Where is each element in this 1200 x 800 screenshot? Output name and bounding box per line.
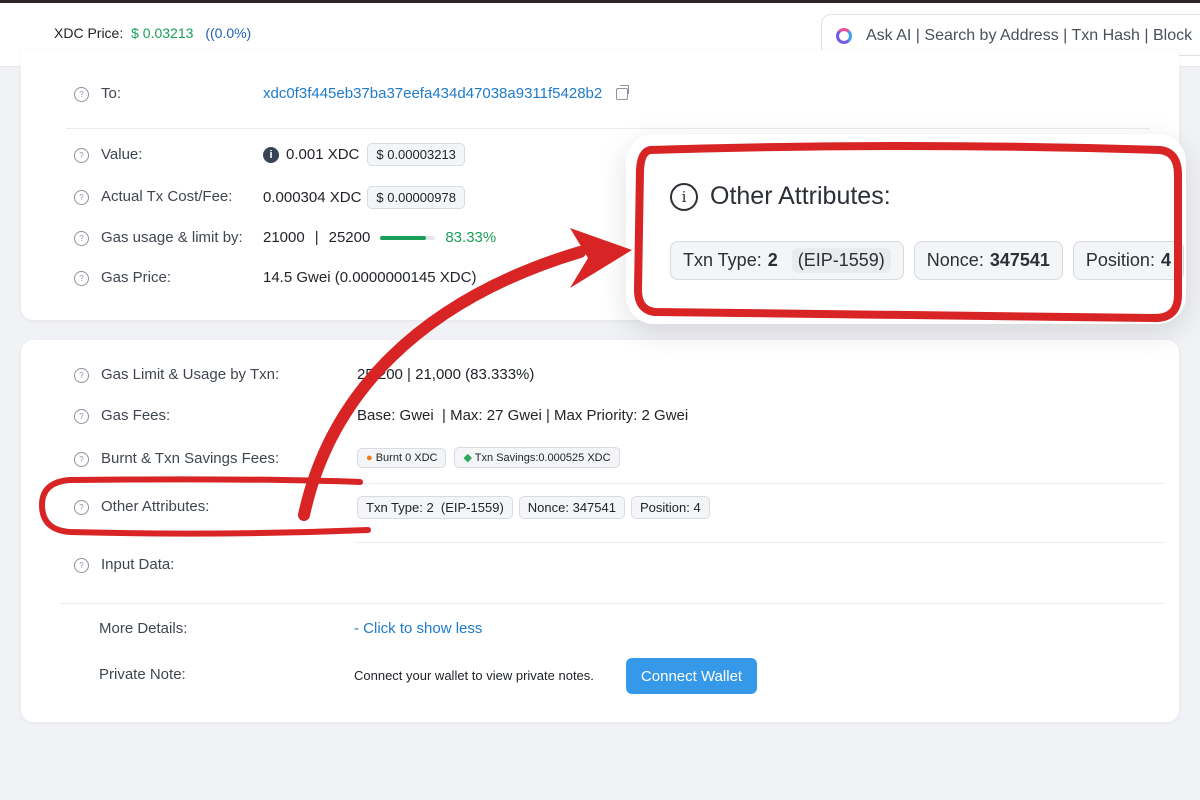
burnt-text: Burnt 0 XDC [375, 451, 438, 464]
help-circle-icon: ? [74, 87, 89, 102]
price-usd: $ 0.03213 [131, 25, 194, 41]
help-circle-icon: ? [74, 148, 89, 163]
callout-position-label: Position: [1085, 250, 1155, 270]
connect-wallet-button[interactable]: Connect Wallet [626, 658, 757, 694]
help-circle-icon: ? [74, 409, 89, 424]
to-value: xdc0f3f445eb37ba37eefa434d47038a9311f542… [263, 84, 630, 102]
divider [355, 483, 1165, 484]
more-details-label: More Details: [99, 620, 188, 637]
fee-amount: 0.000304 XDC [263, 189, 362, 206]
gas-price-label: Gas Price: [101, 269, 172, 286]
price-label: XDC Price: [54, 25, 124, 41]
divider [66, 128, 1150, 129]
callout-title-text: Other Attributes: [710, 182, 891, 210]
callout-txn-type-sub: (EIP-1559) [791, 248, 891, 273]
input-data-label: Input Data: [101, 556, 175, 573]
gas-limit-value: 25,200 | 21,000 (83.333%) [357, 366, 535, 383]
value-amount: 0.001 XDC [286, 146, 360, 163]
gas-price-value: 14.5 Gwei (0.0000000145 XDC) [263, 269, 477, 286]
gas-limit-label: Gas Limit & Usage by Txn: [101, 366, 280, 383]
gas-limit: 25200 [328, 229, 371, 246]
other-attributes-value: Txn Type: 2 (EIP-1559) Nonce: 347541 Pos… [357, 496, 710, 519]
help-circle-icon: ? [74, 271, 89, 286]
copy-icon[interactable] [616, 84, 630, 100]
value-label: Value: [101, 146, 143, 163]
show-less-link[interactable]: - Click to show less [354, 620, 482, 637]
help-circle-icon: ? [74, 190, 89, 205]
fee-label: Actual Tx Cost/Fee: [101, 188, 233, 205]
info-icon[interactable]: i [263, 146, 279, 163]
txn-type-badge: Txn Type: 2 (EIP-1559) [357, 496, 513, 519]
gas-usage-value: 21000 | 25200 83.33% [263, 229, 496, 246]
zoom-callout: i Other Attributes: Txn Type: 2 (EIP-155… [626, 134, 1186, 324]
callout-nonce: Nonce: 347541 [913, 241, 1063, 280]
gas-usage-bar [380, 235, 436, 240]
value-usd-badge: $ 0.00003213 [367, 143, 465, 166]
savings-badge: ◆ Txn Savings:0.000525 XDC [454, 447, 620, 468]
burnt-value: ● Burnt 0 XDC ◆ Txn Savings:0.000525 XDC [357, 447, 620, 468]
callout-nonce-value: 347541 [989, 250, 1050, 270]
gas-usage-label: Gas usage & limit by: [101, 229, 243, 246]
to-label: To: [101, 85, 122, 102]
gas-fees-value: Base: Gwei | Max: 27 Gwei | Max Priority… [357, 407, 689, 424]
callout-position-value: 4 [1160, 250, 1171, 270]
callout-position: Position: 4 [1072, 241, 1184, 280]
divider [355, 542, 1165, 543]
fee-usd-badge: $ 0.00000978 [367, 186, 465, 209]
nonce-badge: Nonce: 347541 [518, 496, 625, 519]
callout-attributes: Txn Type: 2 (EIP-1559) Nonce: 347541 Pos… [670, 241, 1184, 280]
position-badge: Position: 4 [630, 496, 710, 519]
gas-usage-percent: 83.33% [445, 229, 497, 246]
flame-icon: ● [366, 451, 373, 464]
info-icon: i [670, 182, 698, 211]
gas-separator: | [314, 229, 319, 246]
callout-txn-type: Txn Type: 2 (EIP-1559) [670, 241, 904, 280]
other-attributes-label: Other Attributes: [101, 498, 210, 515]
help-circle-icon: ? [74, 558, 89, 573]
callout-txn-type-label: Txn Type: [683, 250, 762, 270]
details-card [21, 340, 1179, 722]
burnt-label: Burnt & Txn Savings Fees: [101, 450, 280, 467]
to-address-link[interactable]: xdc0f3f445eb37ba37eefa434d47038a9311f542… [263, 85, 602, 102]
help-circle-icon: ? [74, 231, 89, 246]
fee-value: 0.000304 XDC $ 0.00000978 [263, 186, 465, 209]
callout-nonce-label: Nonce: [926, 250, 984, 270]
gas-usage-fill [380, 235, 427, 240]
xdc-price: XDC Price: $ 0.03213 ((0.0%) [54, 25, 251, 41]
private-note-label: Private Note: [99, 666, 186, 683]
value-value: i 0.001 XDC $ 0.00003213 [263, 143, 465, 166]
ai-ring-icon [836, 28, 852, 44]
help-circle-icon: ? [74, 500, 89, 515]
search-input[interactable] [864, 23, 1200, 49]
divider [60, 603, 1165, 604]
help-circle-icon: ? [74, 452, 89, 467]
price-change: ((0.0%) [205, 25, 252, 41]
callout-txn-type-value: 2 [767, 250, 778, 270]
gas-used: 21000 [263, 229, 305, 246]
private-note-text: Connect your wallet to view private note… [354, 668, 594, 683]
callout-title: i Other Attributes: [670, 182, 891, 211]
gas-fees-label: Gas Fees: [101, 407, 171, 424]
savings-icon: ◆ [463, 452, 472, 464]
help-circle-icon: ? [74, 368, 89, 383]
burnt-badge: ● Burnt 0 XDC [357, 447, 447, 468]
savings-text: Txn Savings:0.000525 XDC [474, 452, 611, 464]
